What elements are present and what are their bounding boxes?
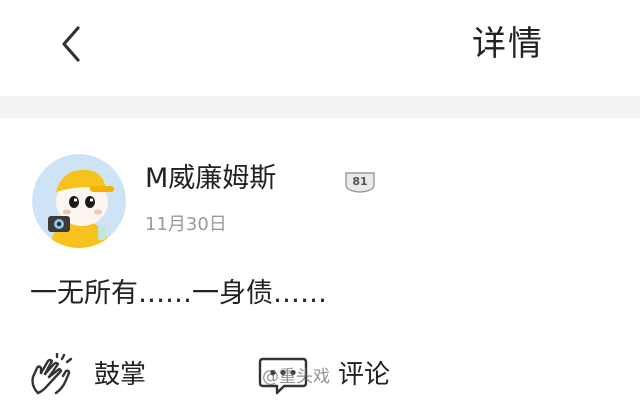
level-number: 81 xyxy=(352,175,368,188)
section-divider xyxy=(0,96,640,118)
back-button[interactable] xyxy=(52,22,92,66)
author-name[interactable]: M威廉姆斯 xyxy=(145,162,276,196)
clap-button[interactable]: 鼓掌 xyxy=(28,353,168,397)
post-content: 一无所有……一身债…… xyxy=(30,278,327,309)
cartoon-avatar-icon xyxy=(32,154,126,248)
top-nav-bar: 详情 xyxy=(0,0,640,96)
level-badge: 81 xyxy=(343,170,377,194)
avatar[interactable] xyxy=(32,154,126,248)
comment-label: 评论 xyxy=(338,360,391,390)
clapping-hands-icon xyxy=(31,353,73,395)
post-card: M威廉姆斯 81 11月30日 一无所有……一身债…… 鼓掌 评论 xyxy=(0,118,640,403)
page-title: 详情 xyxy=(472,24,544,64)
watermark: @重头戏 xyxy=(262,367,330,387)
clap-label: 鼓掌 xyxy=(94,360,147,390)
post-date: 11月30日 xyxy=(145,214,227,235)
chevron-left-icon xyxy=(62,26,80,62)
